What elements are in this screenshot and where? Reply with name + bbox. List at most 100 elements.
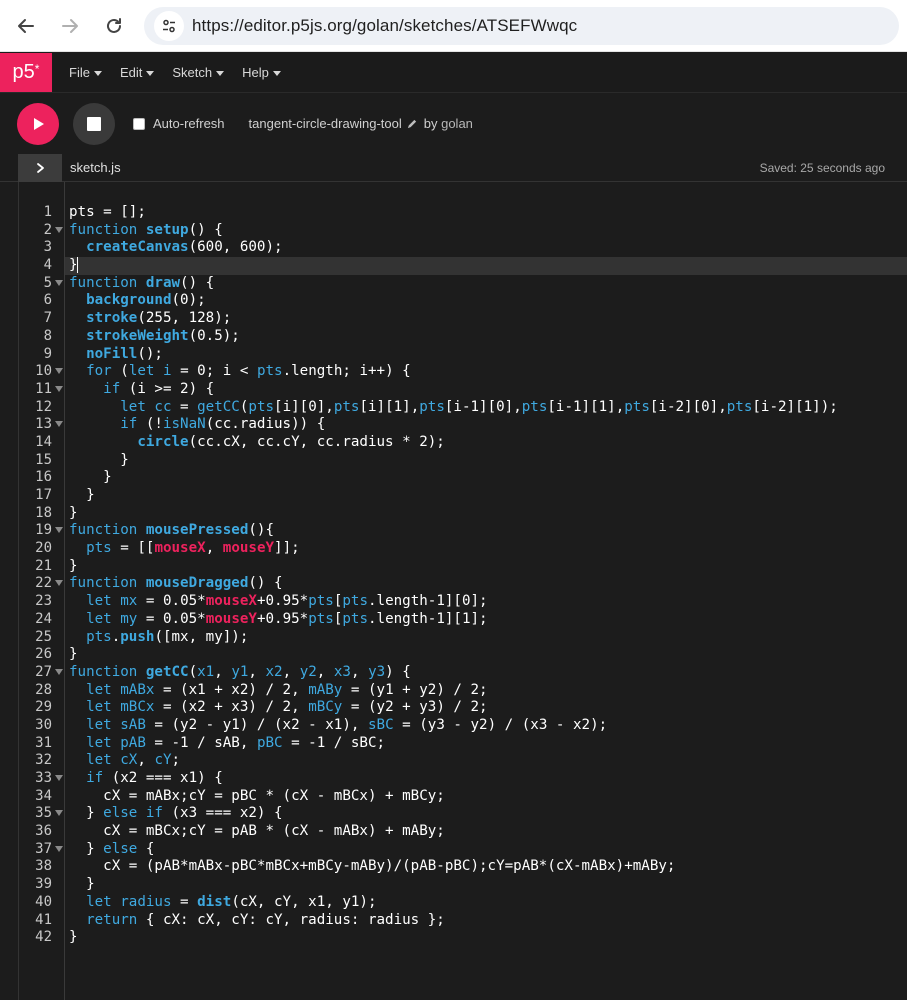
stop-button[interactable] — [73, 102, 115, 145]
fold-arrow-icon[interactable] — [55, 279, 63, 286]
code-line[interactable]: strokeWeight(0.5); — [69, 328, 907, 346]
code-line[interactable]: for (let i = 0; i < pts.length; i++) { — [69, 363, 907, 381]
code-line[interactable]: function mouseDragged() { — [69, 575, 907, 593]
code-token: pts = []; — [69, 204, 146, 220]
code-token: if — [103, 380, 121, 397]
menu-file[interactable]: File — [60, 65, 111, 80]
code-line[interactable]: background(0); — [69, 292, 907, 310]
fold-arrow-icon[interactable] — [55, 580, 63, 587]
fold-arrow-icon[interactable] — [55, 845, 63, 852]
menu-help[interactable]: Help — [233, 65, 290, 80]
code-line[interactable]: let cc = getCC(pts[i][0],pts[i][1],pts[i… — [69, 399, 907, 417]
play-button[interactable] — [17, 102, 59, 145]
code-token: [i-2][1]); — [752, 398, 838, 415]
fold-arrow-icon[interactable] — [55, 368, 63, 375]
line-number: 16 — [35, 469, 52, 486]
code-line[interactable]: let radius = dist(cX, cY, x1, y1); — [69, 894, 907, 912]
code-line[interactable]: cX = (pAB*mABx-pBC*mBCx+mBCy-mABy)/(pAB-… — [69, 858, 907, 876]
code-line[interactable]: } — [69, 452, 907, 470]
code-line[interactable]: } — [65, 257, 907, 275]
code-line[interactable]: function setup() { — [69, 222, 907, 240]
auto-refresh-checkbox[interactable] — [133, 117, 145, 130]
menu-edit[interactable]: Edit — [111, 65, 163, 80]
code-line[interactable]: circle(cc.cX, cc.cY, cc.radius * 2); — [69, 434, 907, 452]
code-token: , — [248, 663, 266, 680]
code-line[interactable]: pts = [[mouseX, mouseY]]; — [69, 540, 907, 558]
code-token: y3 — [368, 663, 386, 680]
code-token: = 0.05* — [137, 610, 206, 627]
fold-arrow-icon[interactable] — [55, 668, 63, 675]
code-line[interactable]: stroke(255, 128); — [69, 310, 907, 328]
reload-button[interactable] — [92, 4, 136, 48]
code-token: mABx — [120, 681, 155, 698]
code-line[interactable]: } else if (x3 === x2) { — [69, 805, 907, 823]
code-line[interactable]: } — [69, 487, 907, 505]
forward-button[interactable] — [48, 4, 92, 48]
code-line[interactable]: let my = 0.05*mouseY+0.95*pts[pts.length… — [69, 611, 907, 629]
site-info-button[interactable] — [154, 10, 184, 41]
p5-logo[interactable]: p5 * — [0, 53, 52, 92]
code-token: = 0.05* — [137, 593, 206, 610]
code-line[interactable]: createCanvas(600, 600); — [69, 239, 907, 257]
line-number: 42 — [35, 929, 52, 946]
line-number: 36 — [35, 823, 52, 840]
menu-sketch[interactable]: Sketch — [163, 65, 233, 80]
code-line[interactable]: } — [69, 876, 907, 894]
author-link[interactable]: golan — [441, 116, 473, 131]
code-line[interactable]: return { cX: cX, cY: cY, radius: radius … — [69, 912, 907, 930]
line-number: 1 — [43, 204, 52, 220]
code-token: [i-1][0], — [444, 398, 522, 415]
address-bar[interactable]: https://editor.p5js.org/golan/sketches/A… — [144, 6, 899, 45]
code-line[interactable]: } — [69, 558, 907, 576]
code-line[interactable]: let sAB = (y2 - y1) / (x2 - x1), sBC = (… — [69, 717, 907, 735]
fold-arrow-icon[interactable] — [55, 226, 63, 233]
pencil-icon — [407, 119, 416, 129]
code-line[interactable]: cX = mBCx;cY = pAB * (cX - mABx) + mABy; — [69, 823, 907, 841]
code-line[interactable]: } — [69, 505, 907, 523]
code-token: pts — [86, 540, 112, 557]
code-token: } — [69, 469, 112, 486]
code-line[interactable]: } else { — [69, 841, 907, 859]
code-line[interactable]: } — [69, 929, 907, 947]
menu-label: Help — [242, 65, 269, 80]
code-token: } — [69, 451, 129, 468]
code-line[interactable]: } — [69, 469, 907, 487]
fold-arrow-icon[interactable] — [55, 421, 63, 428]
code-line[interactable]: function getCC(x1, y1, x2, y2, x3, y3) { — [69, 664, 907, 682]
code-line[interactable]: pts.push([mx, my]); — [69, 629, 907, 647]
fold-arrow-icon[interactable] — [55, 527, 63, 534]
code-line[interactable]: function draw() { — [69, 275, 907, 293]
sidebar-toggle-button[interactable] — [18, 153, 62, 182]
fold-arrow-icon[interactable] — [55, 810, 63, 817]
code-token: y2 — [299, 663, 317, 680]
code-line[interactable]: if (!isNaN(cc.radius)) { — [69, 416, 907, 434]
app-navbar: p5 * File Edit Sketch Help — [0, 53, 907, 92]
code-editor[interactable]: 1 2 3 4 5 6 7 8 9 10 11 12 13 14 15 16 17 18 19 20 21 22 23 24 2… — [18, 182, 907, 1000]
fold-arrow-icon[interactable] — [55, 385, 63, 392]
code-line[interactable]: let mBCx = (x2 + x3) / 2, mBCy = (y2 + y… — [69, 699, 907, 717]
code-token: = (y2 + y3) / 2; — [342, 699, 488, 716]
code-line[interactable]: let mx = 0.05*mouseX+0.95*pts[pts.length… — [69, 593, 907, 611]
code-token: [i][1], — [359, 398, 420, 415]
back-button[interactable] — [4, 4, 48, 48]
line-number: 37 — [19, 841, 65, 859]
code-area[interactable]: pts = []; function setup() { createCanvas… — [65, 204, 907, 947]
code-token: function — [69, 522, 146, 539]
auto-refresh-toggle[interactable]: Auto-refresh — [133, 116, 225, 131]
code-line[interactable]: let pAB = -1 / sAB, pBC = -1 / sBC; — [69, 735, 907, 753]
code-token: , — [137, 752, 155, 769]
code-line[interactable]: cX = mABx;cY = pBC * (cX - mBCx) + mBCy; — [69, 788, 907, 806]
code-line[interactable]: let cX, cY; — [69, 752, 907, 770]
code-line[interactable]: if (i >= 2) { — [69, 381, 907, 399]
fold-arrow-icon[interactable] — [55, 775, 63, 781]
code-line[interactable]: if (x2 === x1) { — [69, 770, 907, 788]
sketch-title[interactable]: tangent-circle-drawing-tool — [249, 116, 418, 131]
code-line[interactable]: function mousePressed(){ — [69, 522, 907, 540]
code-line[interactable]: } — [69, 646, 907, 664]
code-line[interactable]: noFill(); — [69, 346, 907, 364]
code-line[interactable]: pts = []; — [69, 204, 907, 222]
code-line[interactable]: let mABx = (x1 + x2) / 2, mABy = (y1 + y… — [69, 682, 907, 700]
